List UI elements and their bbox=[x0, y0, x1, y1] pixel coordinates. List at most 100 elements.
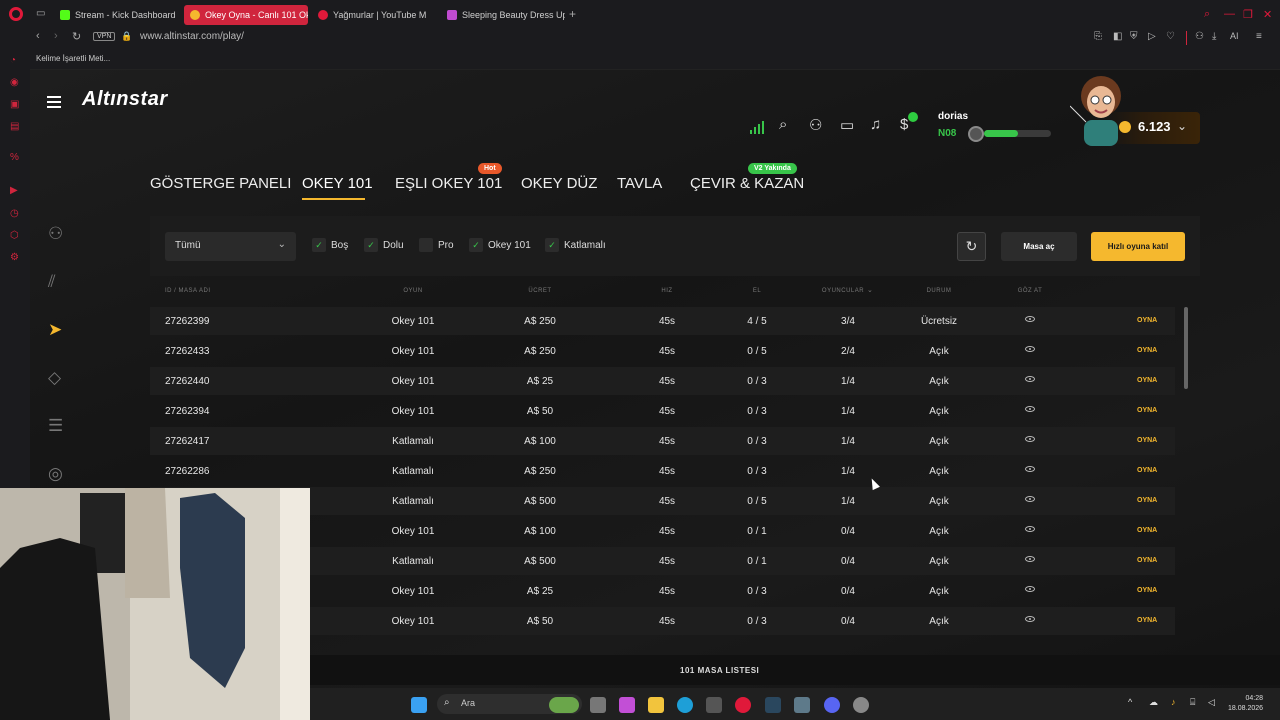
player-icon[interactable]: ▷ bbox=[1148, 31, 1156, 42]
table-row[interactable]: 27262394 Okey 101 A$ 50 45s 0 / 3 1/4 Açık OYNA bbox=[150, 397, 1175, 425]
play-nav-icon[interactable]: ➤ bbox=[48, 320, 62, 340]
search-icon[interactable]: ⌕ bbox=[779, 116, 787, 133]
filter-pro-checkbox[interactable]: Pro bbox=[419, 238, 454, 252]
cloud-icon[interactable]: ☁ bbox=[1149, 697, 1158, 708]
aria-ai-button[interactable]: AI bbox=[1230, 31, 1239, 41]
network-icon[interactable]: ⌸ bbox=[1190, 697, 1195, 708]
eye-icon[interactable] bbox=[1025, 436, 1035, 442]
tab-sleeping-beauty[interactable]: Sleeping Beauty Dress Up bbox=[441, 5, 565, 25]
table-scrollbar[interactable] bbox=[1184, 307, 1188, 389]
tab-okey-duz[interactable]: OKEY DÜZ bbox=[521, 175, 597, 192]
settings-sliders-nav-icon[interactable]: ☰ bbox=[48, 416, 63, 436]
task-view-icon[interactable] bbox=[590, 697, 606, 713]
widget-icon[interactable] bbox=[549, 697, 579, 713]
filter-dolu-checkbox[interactable]: ✓ Dolu bbox=[364, 238, 404, 252]
tab-dashboard[interactable]: GÖSTERGE PANELI bbox=[150, 175, 291, 192]
money-bag-icon[interactable]: $ bbox=[900, 116, 908, 133]
user-avatar[interactable] bbox=[1070, 70, 1132, 150]
play-button[interactable]: OYNA bbox=[1137, 467, 1157, 474]
maximize-icon[interactable]: ❐ bbox=[1243, 8, 1253, 21]
hamburger-menu-icon[interactable] bbox=[47, 96, 61, 111]
eye-icon[interactable] bbox=[1025, 466, 1035, 472]
table-row[interactable]: 27262286 Katlamalı A$ 250 45s 0 / 3 1/4 Açık OY… bbox=[150, 457, 1175, 485]
lock-icon[interactable]: 🔒 bbox=[121, 31, 132, 42]
play-button[interactable]: OYNA bbox=[1137, 437, 1157, 444]
filter-okey101-checkbox[interactable]: ✓ Okey 101 bbox=[469, 238, 531, 252]
col-header-players[interactable]: OYUNCULAR bbox=[822, 288, 864, 294]
obs-icon[interactable] bbox=[853, 697, 869, 713]
discord-icon[interactable] bbox=[824, 697, 840, 713]
username[interactable]: dorias bbox=[938, 111, 968, 122]
table-row[interactable]: 27262433 Okey 101 A$ 250 45s 0 / 5 2/4 Açık OYN… bbox=[150, 337, 1175, 365]
menu-icon[interactable]: ≡ bbox=[1256, 31, 1262, 42]
play-button[interactable]: OYNA bbox=[1137, 317, 1157, 324]
play-button[interactable]: OYNA bbox=[1137, 497, 1157, 504]
player-sidebar-icon[interactable]: ▶ bbox=[10, 185, 18, 196]
vpn-badge[interactable]: VPN bbox=[93, 32, 116, 41]
filter-bos-checkbox[interactable]: ✓ Boş bbox=[312, 238, 348, 252]
play-button[interactable]: OYNA bbox=[1137, 587, 1157, 594]
app-icon[interactable] bbox=[794, 697, 810, 713]
profile-nav-icon[interactable]: ⚇ bbox=[48, 224, 63, 244]
play-button[interactable]: OYNA bbox=[1137, 407, 1157, 414]
adblock-icon[interactable]: ⛨ bbox=[1130, 31, 1138, 42]
eye-icon[interactable] bbox=[1025, 316, 1035, 322]
eye-icon[interactable] bbox=[1025, 586, 1035, 592]
reload-icon[interactable]: ↻ bbox=[72, 30, 81, 43]
play-button[interactable]: OYNA bbox=[1137, 527, 1157, 534]
friends-icon[interactable]: ⚇ bbox=[809, 116, 822, 134]
extensions-icon[interactable]: ⬡ bbox=[10, 230, 19, 241]
tab-workspace-icon[interactable]: ▭ bbox=[36, 8, 45, 19]
search-tabs-icon[interactable]: ⌕ bbox=[1204, 8, 1210, 21]
create-table-button[interactable]: Masa aç bbox=[1001, 232, 1077, 261]
close-window-icon[interactable]: ✕ bbox=[1263, 8, 1272, 21]
volume-icon[interactable]: ◁ bbox=[1208, 697, 1215, 708]
url-field[interactable]: www.altinstar.com/play/ bbox=[140, 31, 244, 42]
support-nav-icon[interactable]: ◎ bbox=[48, 464, 63, 484]
settings-icon[interactable]: ⚙ bbox=[10, 252, 19, 263]
store-icon[interactable] bbox=[706, 697, 722, 713]
chat-icon[interactable]: ▣ bbox=[10, 99, 19, 110]
taskbar-clock[interactable]: 04:28 18.08.2026 bbox=[1228, 694, 1263, 714]
quick-join-button[interactable]: Hızlı oyuna katıl bbox=[1091, 232, 1185, 261]
play-button[interactable]: OYNA bbox=[1137, 377, 1157, 384]
eye-icon[interactable] bbox=[1025, 556, 1035, 562]
eye-icon[interactable] bbox=[1025, 496, 1035, 502]
game-filter-select[interactable]: Tümü ⌄ bbox=[165, 232, 296, 261]
bookmark-item[interactable]: Kelime İşaretli Meti... bbox=[36, 54, 110, 63]
mic-icon[interactable]: ♪ bbox=[1171, 697, 1176, 707]
eye-icon[interactable] bbox=[1025, 406, 1035, 412]
opera-logo-icon[interactable] bbox=[9, 7, 23, 21]
table-row[interactable]: 27262399 Okey 101 A$ 250 45s 4 / 5 3/4 Ücretsi… bbox=[150, 307, 1175, 335]
music-icon[interactable]: ♫ bbox=[870, 116, 881, 133]
filter-katlamali-checkbox[interactable]: ✓ Katlamalı bbox=[545, 238, 606, 252]
play-button[interactable]: OYNA bbox=[1137, 347, 1157, 354]
chat-bubble-icon[interactable]: ▭ bbox=[840, 116, 854, 134]
table-row[interactable]: 27262440 Okey 101 A$ 25 45s 0 / 3 1/4 Açık OYNA bbox=[150, 367, 1175, 395]
discount-icon[interactable]: % bbox=[10, 152, 19, 163]
site-logo[interactable]: Altınstar bbox=[82, 88, 168, 111]
chevron-down-icon[interactable]: ⌄ bbox=[1177, 119, 1187, 133]
back-icon[interactable]: ‹ bbox=[36, 30, 40, 42]
history-icon[interactable]: ◷ bbox=[10, 208, 19, 219]
tag-nav-icon[interactable]: ◇ bbox=[48, 368, 61, 388]
eye-icon[interactable] bbox=[1025, 526, 1035, 532]
edge-icon[interactable] bbox=[677, 697, 693, 713]
file-explorer-icon[interactable] bbox=[648, 697, 664, 713]
stats-nav-icon[interactable]: ⫽ bbox=[48, 272, 56, 292]
copilot-icon[interactable] bbox=[619, 697, 635, 713]
table-row[interactable]: 27262417 Katlamalı A$ 100 45s 0 / 3 1/4 Açık OY… bbox=[150, 427, 1175, 455]
refresh-button[interactable]: ↻ bbox=[957, 232, 986, 261]
notes-icon[interactable]: ▤ bbox=[10, 121, 19, 132]
play-button[interactable]: OYNA bbox=[1137, 557, 1157, 564]
eye-icon[interactable] bbox=[1025, 346, 1035, 352]
play-button[interactable]: OYNA bbox=[1137, 617, 1157, 624]
eye-icon[interactable] bbox=[1025, 616, 1035, 622]
steam-icon[interactable] bbox=[765, 697, 781, 713]
profile-icon[interactable]: ⚇ bbox=[1195, 31, 1204, 42]
new-tab-icon[interactable]: + bbox=[569, 7, 576, 21]
heart-icon[interactable]: ♡ bbox=[1166, 31, 1175, 42]
tab-cevir-kazan[interactable]: ÇEVIR & KAZAN bbox=[690, 175, 804, 192]
tab-youtube-music[interactable]: Yağmurlar | YouTube M bbox=[312, 5, 437, 25]
eye-icon[interactable] bbox=[1025, 376, 1035, 382]
